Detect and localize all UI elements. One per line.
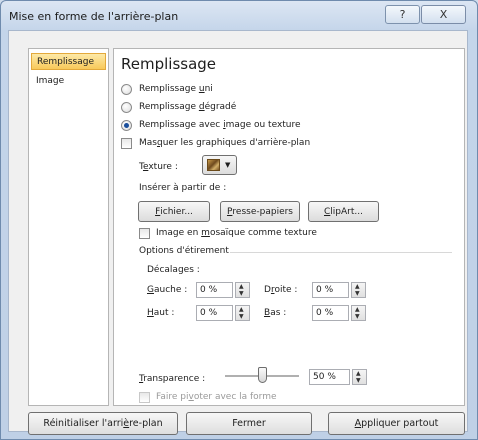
chevron-down-icon: ▼ [225, 161, 231, 169]
clipart-button[interactable]: ClipArt... [308, 201, 379, 222]
nav-item-remplissage[interactable]: Remplissage [31, 53, 106, 70]
nav-item-label: Image [36, 76, 65, 86]
panel-heading: Remplissage [121, 55, 217, 73]
title-bar[interactable]: Mise en forme de l'arrière-plan ? X [1, 1, 477, 31]
transparency-spinner[interactable]: ▲ ▼ [352, 369, 367, 385]
reset-background-button[interactable]: Réinitialiser l'arri è re-plan [28, 412, 178, 435]
clipboard-button[interactable]: Presse-papiers [220, 201, 300, 222]
solid-fill-radio[interactable] [121, 84, 132, 95]
hide-background-graphics-label: Masquer les graphiques d'arrière-plan [139, 138, 311, 148]
picture-texture-fill-label: Remplissage avec image ou texture [139, 120, 301, 130]
stretch-options-heading: Options d'étirement [139, 246, 229, 256]
offset-left-input[interactable]: 0 % [196, 282, 233, 298]
offsets-label: Décalages : [147, 265, 200, 275]
spin-down-icon: ▼ [356, 377, 361, 384]
texture-picker-button[interactable]: ▼ [202, 155, 237, 175]
close-button[interactable]: Fermer [186, 412, 312, 435]
picture-texture-fill-radio[interactable] [121, 120, 132, 131]
insert-from-label: Insérer à partir de : [139, 183, 227, 193]
category-nav: Remplissage Image [28, 48, 109, 406]
slider-thumb[interactable] [258, 367, 267, 383]
gradient-fill-radio[interactable] [121, 102, 132, 113]
offset-right-input[interactable]: 0 % [312, 282, 349, 298]
fill-panel: Remplissage Remplissage uni Remplissage … [113, 48, 465, 406]
tile-texture-checkbox[interactable] [139, 228, 150, 239]
spin-down-icon: ▼ [355, 313, 360, 320]
spin-down-icon: ▼ [239, 313, 244, 320]
spin-down-icon: ▼ [355, 290, 360, 297]
texture-label: Texture : [139, 162, 178, 172]
solid-fill-label: Remplissage uni [139, 84, 213, 94]
offset-top-input[interactable]: 0 % [196, 305, 233, 321]
rotate-with-shape-checkbox[interactable] [139, 392, 150, 403]
transparency-input[interactable]: 50 % [309, 369, 350, 385]
close-icon: X [439, 8, 448, 21]
offset-left-label: Gauche : [147, 285, 188, 295]
help-button[interactable]: ? [385, 5, 420, 24]
offset-right-spinner[interactable]: ▲ ▼ [351, 282, 366, 298]
close-window-button[interactable]: X [421, 5, 466, 24]
file-button[interactable]: Fichier... [138, 201, 210, 222]
offset-bottom-label: Bas : [264, 308, 287, 318]
offset-right-label: Droite : [264, 285, 298, 295]
rotate-with-shape-label: Faire pivoter avec la forme [156, 392, 277, 402]
hide-background-graphics-checkbox[interactable] [121, 138, 132, 149]
offset-bottom-input[interactable]: 0 % [312, 305, 349, 321]
offset-left-spinner[interactable]: ▲ ▼ [235, 282, 250, 298]
help-icon: ? [399, 8, 406, 21]
stretch-options-divider [230, 252, 452, 253]
gradient-fill-label: Remplissage dégradé [139, 102, 237, 112]
offset-top-label: Haut : [147, 308, 175, 318]
offset-bottom-spinner[interactable]: ▲ ▼ [351, 305, 366, 321]
texture-swatch-icon [207, 159, 220, 171]
nav-item-label: Remplissage [37, 57, 95, 67]
spin-down-icon: ▼ [239, 290, 244, 297]
offset-top-spinner[interactable]: ▲ ▼ [235, 305, 250, 321]
transparency-slider[interactable] [225, 367, 299, 385]
transparency-label: Transparence : [139, 374, 206, 384]
nav-item-image[interactable]: Image [31, 73, 106, 90]
apply-to-all-button[interactable]: Appliquer partout [328, 412, 465, 435]
dialog-title: Mise en forme de l'arrière-plan [9, 10, 179, 23]
tile-texture-label: Image en mosaïque comme texture [156, 228, 317, 238]
